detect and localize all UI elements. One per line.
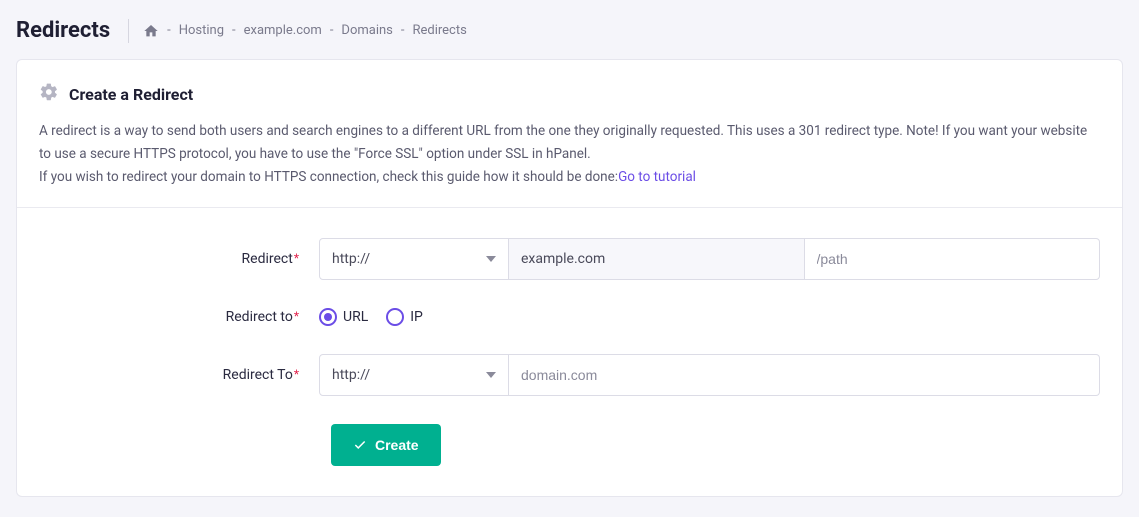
source-domain-field: example.com xyxy=(509,238,805,280)
dest-domain-input[interactable] xyxy=(509,354,1100,396)
label-redirect: Redirect* xyxy=(39,251,319,267)
breadcrumb-sep: - xyxy=(167,23,171,38)
source-path-input[interactable] xyxy=(805,238,1101,280)
breadcrumb-redirects[interactable]: Redirects xyxy=(412,23,466,38)
protocol-select-value: http:// xyxy=(332,251,370,267)
card-create-redirect: Create a Redirect A redirect is a way to… xyxy=(16,59,1123,497)
row-redirect: Redirect* http:// example.com xyxy=(39,238,1100,280)
breadcrumb: - Hosting - example.com - Domains - Redi… xyxy=(143,23,467,39)
breadcrumb-domain[interactable]: example.com xyxy=(244,23,322,38)
label-redirect-to-dest: Redirect To* xyxy=(39,367,319,383)
check-icon xyxy=(353,438,367,452)
home-icon[interactable] xyxy=(143,23,159,39)
chevron-down-icon xyxy=(486,372,496,378)
protocol-select-dest-value: http:// xyxy=(332,367,370,383)
radio-url[interactable]: URL xyxy=(319,308,368,326)
page-title: Redirects xyxy=(16,18,110,43)
gear-icon xyxy=(39,82,59,106)
radio-url-label: URL xyxy=(343,309,368,325)
card-description: A redirect is a way to send both users a… xyxy=(17,120,1122,207)
tutorial-link[interactable]: Go to tutorial xyxy=(618,169,696,185)
create-button-label: Create xyxy=(375,437,419,453)
create-button[interactable]: Create xyxy=(331,424,441,466)
breadcrumb-hosting[interactable]: Hosting xyxy=(179,23,224,38)
chevron-down-icon xyxy=(486,256,496,262)
breadcrumb-sep: - xyxy=(330,23,334,38)
description-line2: If you wish to redirect your domain to H… xyxy=(39,169,618,185)
protocol-select-dest[interactable]: http:// xyxy=(319,354,509,396)
radio-ip[interactable]: IP xyxy=(386,308,423,326)
breadcrumb-domains[interactable]: Domains xyxy=(341,23,392,38)
description-line1: A redirect is a way to send both users a… xyxy=(39,123,1087,162)
protocol-select-source[interactable]: http:// xyxy=(319,238,509,280)
card-title: Create a Redirect xyxy=(69,85,193,104)
label-redirect-to-type: Redirect to* xyxy=(39,309,319,325)
row-redirect-to-dest: Redirect To* http:// xyxy=(39,354,1100,396)
radio-ip-label: IP xyxy=(410,309,423,325)
row-redirect-to-type: Redirect to* URL IP xyxy=(39,308,1100,326)
header-divider xyxy=(128,19,129,43)
breadcrumb-sep: - xyxy=(232,23,236,38)
breadcrumb-sep: - xyxy=(401,23,405,38)
